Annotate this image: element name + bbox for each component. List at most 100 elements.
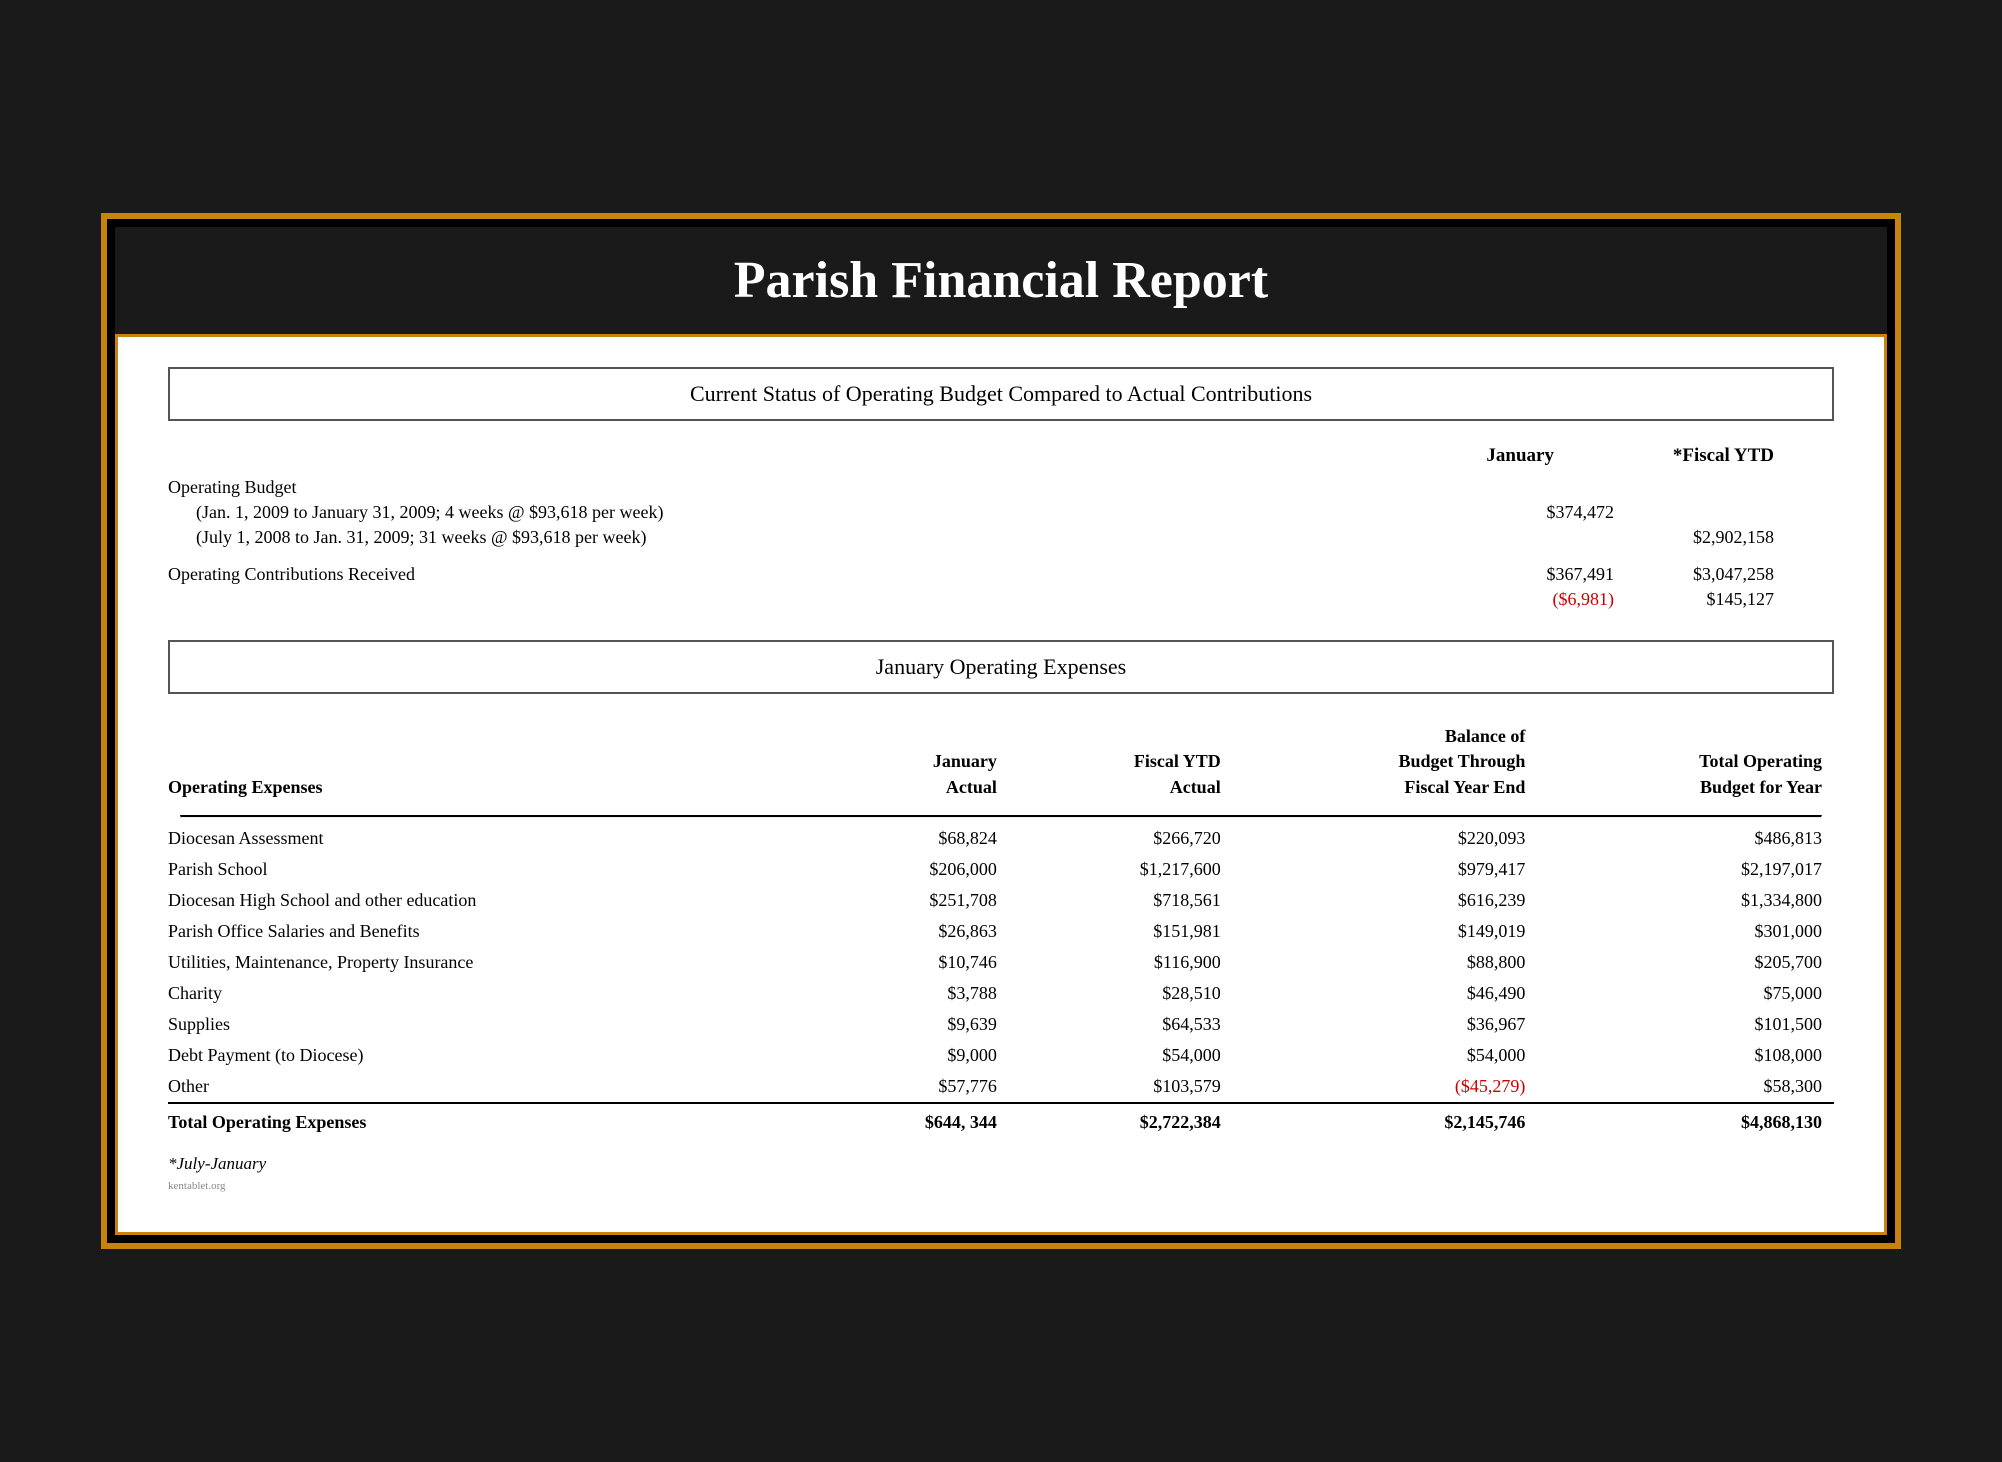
budget-row-contributions: Operating Contributions Received $367,49… xyxy=(168,564,1834,585)
expense-label-2: Diocesan High School and other education xyxy=(168,885,815,916)
status-box-title: Current Status of Operating Budget Compa… xyxy=(690,381,1312,406)
expenses-section: January Operating Expenses Operating Exp… xyxy=(168,640,1834,1192)
expenses-row-3: Parish Office Salaries and Benefits$26,8… xyxy=(168,916,1834,947)
expenses-row-7: Debt Payment (to Diocese)$9,000$54,000$5… xyxy=(168,1040,1834,1071)
top-section: Current Status of Operating Budget Compa… xyxy=(168,367,1834,610)
expense-balance-1: $979,417 xyxy=(1233,854,1538,885)
expense-ytd-1: $1,217,600 xyxy=(1009,854,1233,885)
operating-budget-label: Operating Budget xyxy=(168,477,1514,498)
expenses-row-1: Parish School$206,000$1,217,600$979,417$… xyxy=(168,854,1834,885)
jan-col-header: January xyxy=(1394,445,1554,467)
page-title: Parish Financial Report xyxy=(155,251,1847,310)
expense-balance-7: $54,000 xyxy=(1233,1040,1538,1071)
expense-ytd-5: $28,510 xyxy=(1009,978,1233,1009)
expense-label-8: Other xyxy=(168,1071,815,1103)
th-jan-actual: January Actual xyxy=(815,718,1009,810)
expense-balance-6: $36,967 xyxy=(1233,1009,1538,1040)
contrib-jan-diff: ($6,981) xyxy=(1514,589,1674,610)
expenses-header-row: Operating Expenses January Actual Fiscal… xyxy=(168,718,1834,810)
title-bar: Parish Financial Report xyxy=(115,227,1887,334)
contributions-group: Operating Contributions Received $367,49… xyxy=(168,564,1834,610)
expenses-table: Operating Expenses January Actual Fiscal… xyxy=(168,718,1834,1138)
expense-balance-0: $220,093 xyxy=(1233,823,1538,854)
expenses-row-6: Supplies$9,639$64,533$36,967$101,500 xyxy=(168,1009,1834,1040)
expense-balance-5: $46,490 xyxy=(1233,978,1538,1009)
jan-budget-jan-val: $374,472 xyxy=(1514,502,1674,523)
total-row: Total Operating Expenses$644, 344$2,722,… xyxy=(168,1103,1834,1138)
expenses-box-title: January Operating Expenses xyxy=(876,654,1126,679)
total-ytd: $2,722,384 xyxy=(1009,1103,1233,1138)
expense-total-5: $75,000 xyxy=(1537,978,1834,1009)
contrib-ytd-val: $3,047,258 xyxy=(1674,564,1834,585)
expenses-row-2: Diocesan High School and other education… xyxy=(168,885,1834,916)
expenses-row-5: Charity$3,788$28,510$46,490$75,000 xyxy=(168,978,1834,1009)
status-box: Current Status of Operating Budget Compa… xyxy=(168,367,1834,421)
expense-total-3: $301,000 xyxy=(1537,916,1834,947)
expense-label-7: Debt Payment (to Diocese) xyxy=(168,1040,815,1071)
expense-ytd-7: $54,000 xyxy=(1009,1040,1233,1071)
budget-row-operating: Operating Budget xyxy=(168,477,1834,498)
expense-jan-4: $10,746 xyxy=(815,947,1009,978)
watermark: kentablet.org xyxy=(168,1180,1834,1192)
th-label: Operating Expenses xyxy=(168,718,815,810)
total-label: Total Operating Expenses xyxy=(168,1103,815,1138)
expenses-row-4: Utilities, Maintenance, Property Insuran… xyxy=(168,947,1834,978)
total-budget: $4,868,130 xyxy=(1537,1103,1834,1138)
july-budget-label: (July 1, 2008 to Jan. 31, 2009; 31 weeks… xyxy=(168,527,1514,548)
budget-rows: Operating Budget (Jan. 1, 2009 to Januar… xyxy=(168,477,1834,610)
expense-jan-1: $206,000 xyxy=(815,854,1009,885)
expense-total-6: $101,500 xyxy=(1537,1009,1834,1040)
total-jan: $644, 344 xyxy=(815,1103,1009,1138)
expense-balance-2: $616,239 xyxy=(1233,885,1538,916)
july-budget-values: $2,902,158 xyxy=(1514,527,1834,548)
contributions-values-1: $367,491 $3,047,258 xyxy=(1514,564,1834,585)
expenses-row-8: Other$57,776$103,579($45,279)$58,300 xyxy=(168,1071,1834,1103)
total-balance: $2,145,746 xyxy=(1233,1103,1538,1138)
expense-jan-6: $9,639 xyxy=(815,1009,1009,1040)
expenses-row-0: Diocesan Assessment$68,824$266,720$220,0… xyxy=(168,823,1834,854)
expense-ytd-3: $151,981 xyxy=(1009,916,1233,947)
budget-row-jan: (Jan. 1, 2009 to January 31, 2009; 4 wee… xyxy=(168,502,1834,523)
budget-row-contributions-2: ($6,981) $145,127 xyxy=(168,589,1834,610)
expense-total-4: $205,700 xyxy=(1537,947,1834,978)
expenses-box: January Operating Expenses xyxy=(168,640,1834,694)
inner-container: Current Status of Operating Budget Compa… xyxy=(115,334,1887,1235)
contributions-values-2: ($6,981) $145,127 xyxy=(1514,589,1834,610)
expense-total-1: $2,197,017 xyxy=(1537,854,1834,885)
expense-balance-8: ($45,279) xyxy=(1233,1071,1538,1103)
expense-label-5: Charity xyxy=(168,978,815,1009)
expense-ytd-6: $64,533 xyxy=(1009,1009,1233,1040)
expense-ytd-8: $103,579 xyxy=(1009,1071,1233,1103)
expense-total-8: $58,300 xyxy=(1537,1071,1834,1103)
th-fiscal-ytd: Fiscal YTD Actual xyxy=(1009,718,1233,810)
expense-jan-8: $57,776 xyxy=(815,1071,1009,1103)
contributions-label: Operating Contributions Received xyxy=(168,564,1514,585)
expense-balance-4: $88,800 xyxy=(1233,947,1538,978)
expense-ytd-4: $116,900 xyxy=(1009,947,1233,978)
expense-total-7: $108,000 xyxy=(1537,1040,1834,1071)
contrib-ytd-diff: $145,127 xyxy=(1674,589,1834,610)
jan-budget-label: (Jan. 1, 2009 to January 31, 2009; 4 wee… xyxy=(168,502,1514,523)
expense-balance-3: $149,019 xyxy=(1233,916,1538,947)
ytd-col-header: *Fiscal YTD xyxy=(1614,445,1774,467)
outer-container: Parish Financial Report Current Status o… xyxy=(101,213,1901,1249)
july-budget-ytd-val: $2,902,158 xyxy=(1674,527,1834,548)
expense-jan-0: $68,824 xyxy=(815,823,1009,854)
expense-total-2: $1,334,800 xyxy=(1537,885,1834,916)
expense-jan-7: $9,000 xyxy=(815,1040,1009,1071)
expense-jan-3: $26,863 xyxy=(815,916,1009,947)
jan-budget-ytd-val xyxy=(1674,502,1834,523)
expense-label-3: Parish Office Salaries and Benefits xyxy=(168,916,815,947)
th-balance: Balance of Budget Through Fiscal Year En… xyxy=(1233,718,1538,810)
expense-ytd-0: $266,720 xyxy=(1009,823,1233,854)
july-budget-jan-val xyxy=(1514,527,1674,548)
expense-label-1: Parish School xyxy=(168,854,815,885)
expense-label-6: Supplies xyxy=(168,1009,815,1040)
expense-label-4: Utilities, Maintenance, Property Insuran… xyxy=(168,947,815,978)
jan-budget-values: $374,472 xyxy=(1514,502,1834,523)
expense-jan-5: $3,788 xyxy=(815,978,1009,1009)
expense-jan-2: $251,708 xyxy=(815,885,1009,916)
expense-ytd-2: $718,561 xyxy=(1009,885,1233,916)
expense-label-0: Diocesan Assessment xyxy=(168,823,815,854)
contrib-jan-val: $367,491 xyxy=(1514,564,1674,585)
